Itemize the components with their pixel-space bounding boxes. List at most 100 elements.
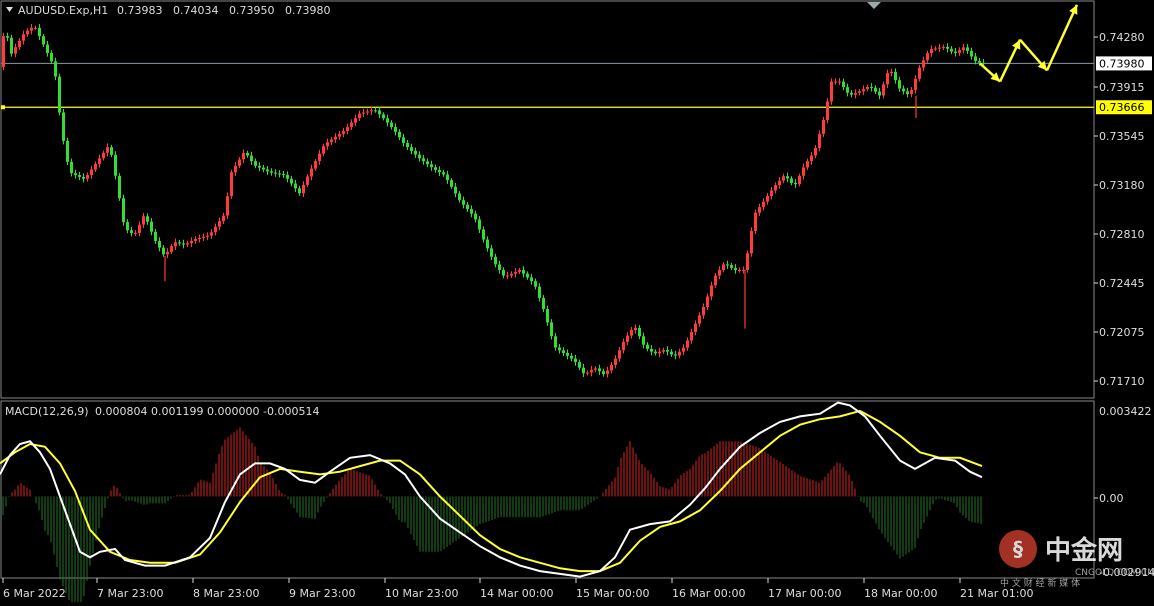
candle-body <box>150 221 153 232</box>
candle-body <box>186 243 189 245</box>
candle-body <box>822 119 825 134</box>
candle-body <box>330 139 333 143</box>
candle-body <box>586 372 589 374</box>
candle-body <box>666 349 669 352</box>
candle-body <box>266 169 269 172</box>
candle-body <box>546 309 549 323</box>
candle-body <box>146 216 149 222</box>
candle-body <box>310 168 313 177</box>
candle-body <box>582 367 585 374</box>
candle-body <box>762 201 765 208</box>
candle-body <box>414 150 417 155</box>
candle-body <box>2 36 5 68</box>
candle-body <box>486 239 489 249</box>
candle-body <box>90 169 93 176</box>
candle-body <box>210 232 213 236</box>
time-label: 8 Mar 23:00 <box>193 587 259 600</box>
candle-body <box>630 330 633 336</box>
candle-body <box>554 336 557 348</box>
chart-menu-icon[interactable] <box>6 7 13 12</box>
candle-body <box>54 61 57 77</box>
candle-body <box>686 340 689 348</box>
candle-body <box>770 190 773 197</box>
candle-body <box>910 89 913 95</box>
candle-body <box>922 60 925 68</box>
candle-body <box>270 171 273 173</box>
candle-body <box>110 147 113 155</box>
candle-body <box>970 50 973 57</box>
candle-body <box>314 161 317 169</box>
candle-body <box>406 142 409 148</box>
candle-body <box>870 86 873 88</box>
candle-body <box>262 167 265 170</box>
candle-body <box>418 154 421 159</box>
candle-body <box>958 50 961 53</box>
candle-body <box>634 327 637 331</box>
candle-body <box>242 152 245 160</box>
candle-body <box>730 265 733 268</box>
time-label: 10 Mar 23:00 <box>385 587 458 600</box>
candle-body <box>154 231 157 241</box>
candle-body <box>842 81 845 88</box>
candle-body <box>194 239 197 241</box>
price-tick: 0.72445 <box>1094 277 1145 290</box>
candle-body <box>962 47 965 51</box>
candle-body <box>974 56 977 62</box>
candle-body <box>698 315 701 324</box>
candle-body <box>674 354 677 356</box>
candle-body <box>814 147 817 156</box>
candle-body <box>118 175 121 199</box>
open-value: 0.73983 <box>117 4 163 17</box>
candle-body <box>86 175 89 179</box>
price-tick-label: 0.72445 <box>1099 277 1145 290</box>
macd-histogram <box>2 427 982 606</box>
candle-body <box>598 368 601 372</box>
candle-body <box>690 332 693 341</box>
candle-body <box>938 47 941 49</box>
candle-body <box>182 243 185 245</box>
time-axis: 6 Mar 2022 7 Mar 23:00 8 Mar 23:00 9 Mar… <box>2 578 1033 600</box>
candle-body <box>326 142 329 147</box>
level-price-marker: 0.73666 <box>1096 100 1152 115</box>
macd-value-3: 0.000000 <box>207 405 260 418</box>
candle-body <box>930 49 933 54</box>
candle-body <box>498 264 501 270</box>
candle-body <box>462 200 465 205</box>
macd-line <box>0 401 983 578</box>
candle-body <box>562 350 565 354</box>
candle-body <box>530 277 533 282</box>
candle-body <box>706 296 709 307</box>
candle-body <box>390 122 393 128</box>
candle-body <box>114 154 117 176</box>
candle-body <box>846 87 849 93</box>
level-line-handle[interactable] <box>1 105 5 110</box>
chart-window[interactable]: AUDUSD.Exp,H1 0.73983 0.74034 0.73950 0.… <box>0 0 1154 606</box>
candle-body <box>450 180 453 187</box>
candle-body <box>510 273 513 276</box>
price-tick-label: 0.74280 <box>1099 31 1145 44</box>
candle-body <box>574 358 577 363</box>
candle-body <box>614 358 617 365</box>
chart-shift-icon[interactable] <box>867 2 881 9</box>
candle-body <box>370 110 373 112</box>
macd-panel-frame <box>0 400 1095 579</box>
candle-body <box>754 212 757 231</box>
low-value: 0.73950 <box>229 4 275 17</box>
candle-body <box>526 273 529 278</box>
chart-canvas[interactable]: AUDUSD.Exp,H1 0.73983 0.74034 0.73950 0.… <box>0 0 1154 606</box>
candle-body <box>778 180 781 186</box>
candle-body <box>826 101 829 120</box>
candle-body <box>346 127 349 132</box>
candle-body <box>374 110 377 112</box>
candle-body <box>10 37 13 54</box>
candle-body <box>178 242 181 244</box>
candle-body <box>278 173 281 175</box>
candle-body <box>466 204 469 210</box>
candle-body <box>642 336 645 345</box>
candle-body <box>610 364 613 371</box>
price-tick-label: 0.72075 <box>1099 326 1145 339</box>
candle-body <box>934 48 937 50</box>
forecast-segment <box>1045 4 1079 71</box>
candle-body <box>170 246 173 252</box>
candle-body <box>258 165 261 168</box>
